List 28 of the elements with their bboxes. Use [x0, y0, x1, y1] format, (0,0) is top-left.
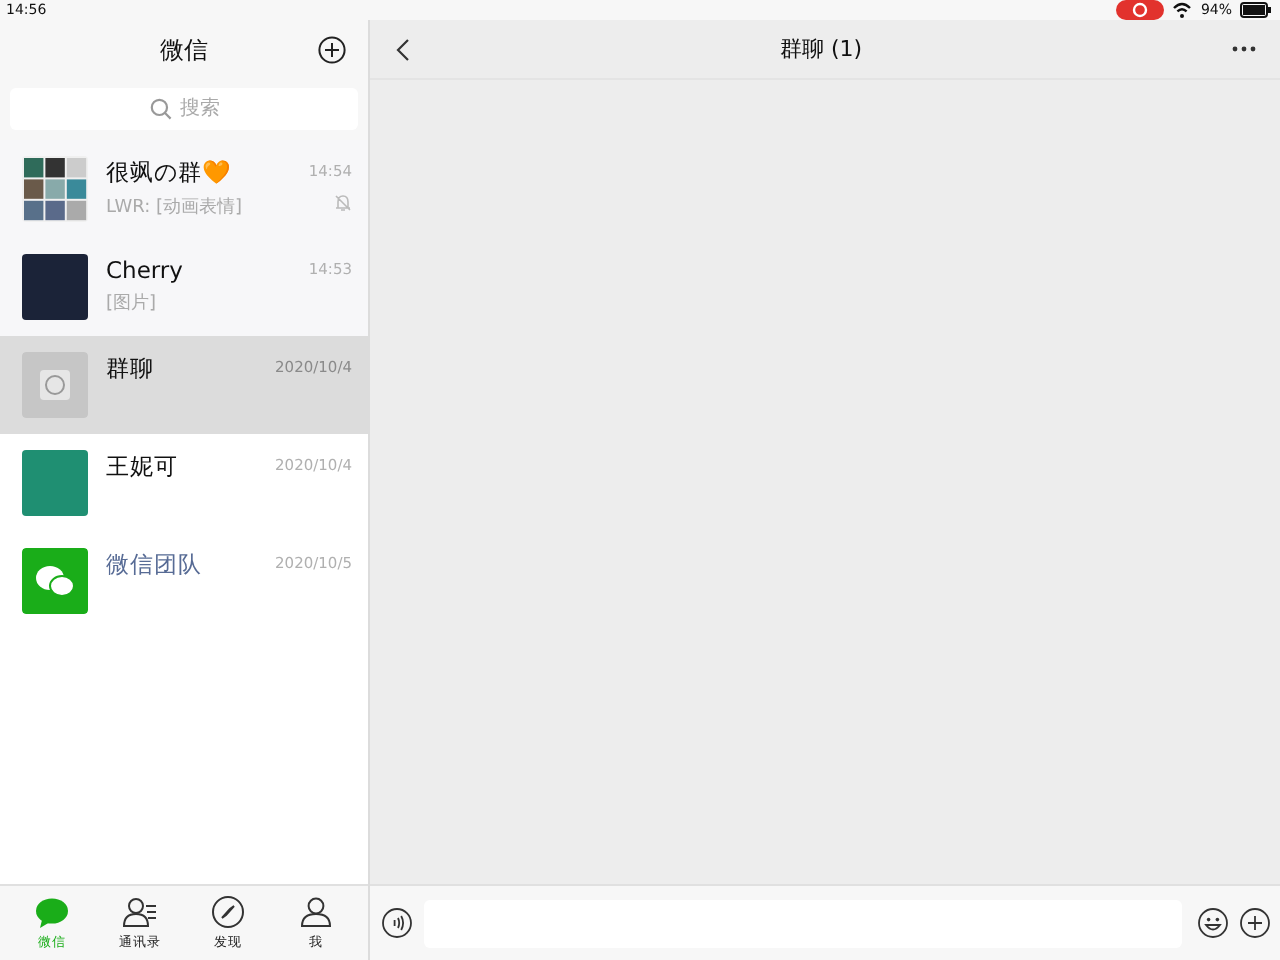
- chat-name: 微信团队: [106, 550, 204, 580]
- chat-bubble-icon: [34, 895, 70, 929]
- sidebar-title: 微信: [160, 33, 208, 67]
- add-icon[interactable]: [318, 36, 346, 64]
- avatar-photo-placeholder: [22, 450, 88, 516]
- battery-icon: [1240, 2, 1272, 18]
- message-preview: LWR: [动画表情]: [106, 195, 244, 220]
- person-icon: [298, 895, 334, 929]
- chat-bubbles-avatar-icon: [22, 548, 88, 614]
- chat-name: Cherry: [106, 256, 185, 284]
- add-icon[interactable]: [1240, 908, 1270, 938]
- voice-icon[interactable]: [382, 908, 412, 938]
- group-avatar-collage: [22, 156, 88, 222]
- group-avatar-icon: [22, 352, 88, 418]
- search-icon: [150, 98, 172, 120]
- contacts-icon: [122, 895, 158, 929]
- chat-title: 群聊 (1): [779, 34, 863, 64]
- wifi-icon: [1172, 2, 1193, 18]
- chat-name: 群聊: [106, 354, 156, 384]
- avatar-photo-placeholder: [22, 254, 88, 320]
- chat-name: 王妮可: [106, 452, 180, 482]
- search-field[interactable]: 搜索: [10, 88, 358, 130]
- more-icon[interactable]: [1231, 46, 1256, 52]
- message-preview: [图片]: [106, 291, 159, 316]
- emoji-icon[interactable]: [1198, 908, 1228, 938]
- chat-name: 很飒の群🧡: [106, 158, 232, 188]
- compass-icon: [210, 895, 246, 929]
- back-icon[interactable]: [396, 37, 410, 61]
